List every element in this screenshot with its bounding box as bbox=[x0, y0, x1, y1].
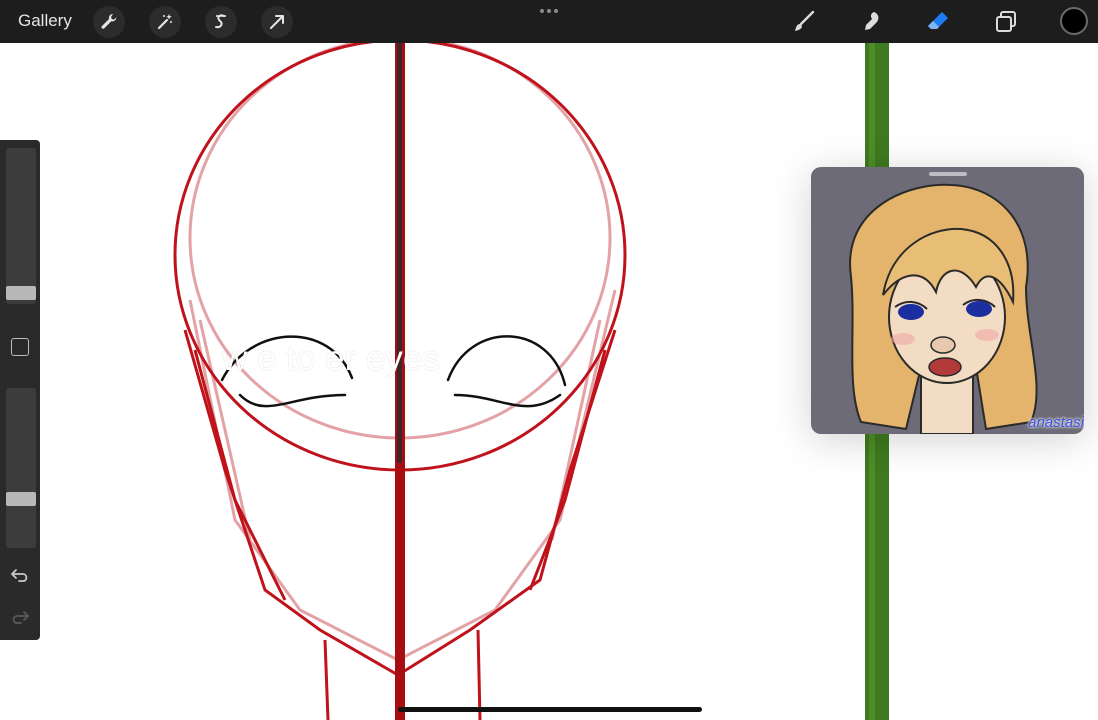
brush-icon bbox=[795, 10, 815, 31]
selection-button[interactable] bbox=[205, 6, 237, 38]
adjustments-button[interactable] bbox=[149, 6, 181, 38]
smudge-tool-button[interactable] bbox=[855, 6, 887, 38]
brush-size-thumb[interactable] bbox=[6, 286, 36, 300]
paint-tool-button[interactable] bbox=[788, 6, 820, 38]
transform-arrow-icon bbox=[270, 15, 284, 29]
opacity-slider[interactable] bbox=[6, 388, 36, 548]
undo-icon[interactable] bbox=[8, 564, 32, 588]
reference-window[interactable]: anastasi bbox=[811, 167, 1084, 434]
transform-button[interactable] bbox=[261, 6, 293, 38]
reference-image bbox=[849, 183, 1038, 434]
wrench-icon bbox=[101, 13, 117, 29]
more-options-icon[interactable] bbox=[538, 4, 560, 18]
actions-button[interactable] bbox=[93, 6, 125, 38]
layers-icon bbox=[996, 11, 1016, 32]
selection-icon bbox=[215, 14, 226, 29]
eraser-tool-button[interactable] bbox=[922, 6, 954, 38]
top-toolbar: Gallery bbox=[0, 0, 1098, 43]
reference-watermark: anastasi bbox=[1028, 414, 1084, 431]
video-caption: w e to er eyes bbox=[222, 339, 440, 378]
left-sidebar bbox=[0, 140, 40, 640]
color-picker-button[interactable] bbox=[1060, 7, 1088, 35]
eraser-icon bbox=[928, 12, 948, 29]
redo-icon[interactable] bbox=[8, 606, 32, 630]
layers-button[interactable] bbox=[990, 6, 1022, 38]
magic-wand-icon bbox=[157, 14, 172, 30]
modify-button[interactable] bbox=[11, 338, 29, 356]
brush-size-slider[interactable] bbox=[6, 148, 36, 304]
gallery-button[interactable]: Gallery bbox=[18, 11, 72, 31]
home-indicator[interactable] bbox=[398, 707, 702, 712]
smudge-icon bbox=[865, 12, 879, 30]
opacity-thumb[interactable] bbox=[6, 492, 36, 506]
center-guide-dark bbox=[397, 43, 402, 463]
reference-drag-handle[interactable] bbox=[929, 172, 967, 176]
